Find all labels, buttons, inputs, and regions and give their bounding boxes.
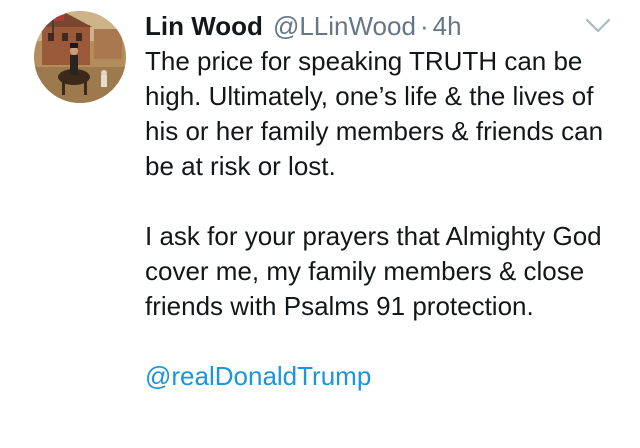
tweet-text: The price for speaking TRUTH can be high… [145, 44, 625, 394]
separator-dot: · [419, 11, 429, 41]
avatar-image [34, 11, 126, 103]
author-name[interactable]: Lin Wood [145, 8, 263, 44]
author-handle[interactable]: @LLinWood [273, 8, 416, 44]
tweet: Lin Wood @LLinWood · 4h The price for sp… [0, 0, 640, 448]
mention-link[interactable]: @realDonaldTrump [145, 359, 371, 394]
chevron-down-icon [585, 18, 611, 33]
tweet-paragraph-1: The price for speaking TRUTH can be high… [145, 46, 604, 181]
avatar[interactable] [34, 11, 126, 103]
tweet-menu-button[interactable] [584, 16, 612, 36]
tweet-header: Lin Wood @LLinWood · 4h [145, 8, 462, 44]
tweet-timestamp[interactable]: 4h [433, 8, 462, 44]
tweet-paragraph-2: I ask for your prayers that Almighty God… [145, 221, 602, 321]
